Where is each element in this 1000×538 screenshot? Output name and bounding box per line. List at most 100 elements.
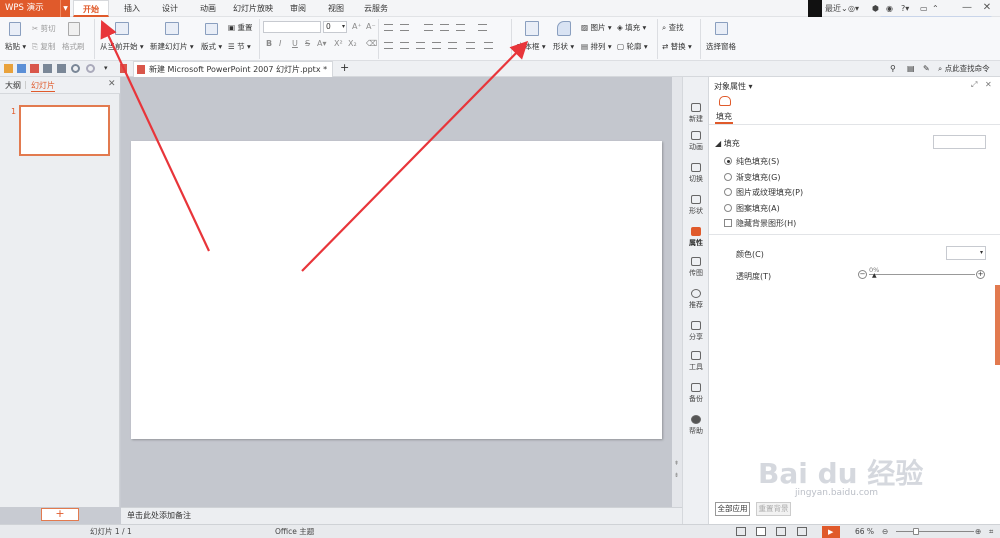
add-slide-button[interactable]: +	[41, 508, 79, 521]
slide-sorter-icon[interactable]	[776, 527, 786, 536]
text-box-icon[interactable]	[525, 21, 539, 36]
normal-view-icon[interactable]	[756, 527, 766, 536]
side-float-tab[interactable]	[995, 285, 1000, 365]
tools-icon[interactable]: ✎	[923, 64, 934, 73]
undock-icon[interactable]: ⤢	[971, 80, 977, 90]
bullet-list-icon[interactable]	[384, 24, 393, 31]
format-painter-button[interactable]: 格式刷	[62, 41, 85, 52]
print-icon[interactable]	[43, 64, 52, 73]
notes-view-icon[interactable]	[736, 527, 746, 536]
cut-button[interactable]: ✂ 剪切	[32, 23, 56, 34]
italic-icon[interactable]: I	[279, 39, 281, 48]
slide-canvas[interactable]	[131, 141, 662, 439]
picture-fill-radio[interactable]	[724, 188, 732, 196]
prev-slide-icon[interactable]: ⇞	[674, 460, 679, 467]
increase-indent-icon[interactable]	[440, 24, 449, 31]
new-slide-icon[interactable]	[165, 22, 179, 35]
tab-view[interactable]: 视图	[318, 0, 354, 17]
zoom-slider-knob[interactable]	[913, 528, 919, 535]
numbered-list-icon[interactable]	[400, 24, 409, 31]
strikethrough-icon[interactable]: S	[305, 39, 310, 48]
share-icon[interactable]: ⬢	[872, 2, 879, 15]
decrease-indent-icon[interactable]	[424, 24, 433, 31]
align-center-icon[interactable]	[400, 42, 409, 49]
transparency-increase-icon[interactable]: +	[976, 270, 985, 279]
shrink-font-icon[interactable]: A⁻	[366, 22, 376, 31]
font-size-combo[interactable]: 0 ▾	[323, 21, 347, 33]
nav-animation[interactable]: 动画	[683, 131, 709, 152]
paste-button[interactable]: 粘贴 ▾	[5, 41, 26, 52]
collapse-ribbon-icon[interactable]: ⌃	[932, 2, 939, 15]
document-tab[interactable]: 新建 Microsoft PowerPoint 2007 幻灯片.pptx *	[133, 61, 333, 77]
bold-icon[interactable]: B	[266, 39, 272, 48]
zoom-out-icon[interactable]: ⊖	[882, 526, 888, 538]
transparency-knob[interactable]: ▲	[872, 273, 877, 279]
panel-title[interactable]: 对象属性 ▾	[714, 81, 753, 92]
save-icon[interactable]	[17, 64, 26, 73]
shape-icon[interactable]	[557, 21, 571, 36]
nav-new[interactable]: 新建	[683, 103, 709, 124]
kit-icon[interactable]: ⚲	[890, 64, 901, 73]
tab-animation[interactable]: 动画	[190, 0, 226, 17]
align-left-icon[interactable]	[384, 42, 393, 49]
justify-icon[interactable]	[432, 42, 441, 49]
tab-fill[interactable]: 填充	[716, 111, 732, 122]
redo-icon[interactable]	[86, 64, 95, 73]
open-icon[interactable]	[4, 64, 13, 73]
find-button[interactable]: ⌕ 查找	[662, 22, 684, 33]
font-color-icon[interactable]: A▾	[317, 39, 327, 48]
nav-share[interactable]: 分享	[683, 321, 709, 342]
slide-thumbnail[interactable]	[19, 105, 110, 156]
recent-button[interactable]: 最近⌄	[825, 2, 848, 15]
color-picker[interactable]: ▾	[946, 246, 986, 260]
fill-button[interactable]: ◈ 填充 ▾	[617, 22, 646, 33]
nav-tools[interactable]: 工具	[683, 351, 709, 372]
zoom-slider[interactable]	[896, 531, 974, 532]
clear-format-icon[interactable]: ⌫	[366, 39, 377, 48]
gradient-fill-radio[interactable]	[724, 173, 732, 181]
play-slideshow-button[interactable]: ▶	[822, 526, 840, 538]
section-button[interactable]: ☰ 节 ▾	[228, 41, 251, 52]
zoom-in-icon[interactable]: ⊕	[975, 526, 981, 538]
new-slide-button[interactable]: 新建幻灯片 ▾	[150, 41, 194, 52]
next-slide-icon[interactable]: ⇟	[674, 472, 679, 479]
paste-icon[interactable]	[9, 22, 21, 36]
preview-icon[interactable]	[57, 64, 66, 73]
subscript-icon[interactable]: X₂	[348, 39, 357, 48]
transparency-slider[interactable]	[869, 274, 975, 275]
new-tab-icon[interactable]: +	[340, 62, 352, 74]
help-icon[interactable]: ?▾	[901, 2, 909, 15]
solid-fill-radio[interactable]	[724, 157, 732, 165]
distribute-icon[interactable]	[448, 42, 457, 49]
format-painter-icon[interactable]	[68, 22, 80, 36]
text-box-button[interactable]: 文本框 ▾	[517, 41, 546, 52]
fit-window-icon[interactable]: ⌗	[989, 526, 993, 538]
reading-view-icon[interactable]	[797, 527, 807, 536]
close-panel-icon[interactable]: ✕	[108, 79, 116, 89]
reset-button[interactable]: ▣ 重置	[228, 22, 252, 33]
nav-shape[interactable]: 形状	[683, 195, 709, 216]
apply-all-button[interactable]: 全部应用	[715, 502, 750, 516]
shape-button[interactable]: 形状 ▾	[553, 41, 574, 52]
flag-icon[interactable]	[120, 64, 127, 73]
font-name-combo[interactable]	[263, 21, 321, 33]
tab-cloud[interactable]: 云服务	[356, 0, 396, 17]
notes-area[interactable]: 单击此处添加备注	[121, 507, 682, 524]
nav-backup[interactable]: 备份	[683, 383, 709, 404]
outline-button[interactable]: ▢ 轮廓 ▾	[617, 41, 648, 52]
wps-app-button[interactable]: WPS 演示 ▼	[0, 0, 70, 17]
hide-background-checkbox[interactable]	[724, 219, 732, 227]
feedback-icon[interactable]: ▭	[920, 2, 928, 15]
minimize-button[interactable]: —	[956, 0, 978, 17]
app-menu-chevron-icon[interactable]: ▼	[60, 0, 70, 17]
select-pane-icon[interactable]	[715, 22, 728, 35]
find-command-search[interactable]: ⌕ 点此查找命令	[938, 63, 990, 75]
picture-button[interactable]: ▨ 图片 ▾	[581, 22, 612, 33]
select-pane-button[interactable]: 选择窗格	[706, 41, 736, 52]
undo-icon[interactable]	[71, 64, 80, 73]
doc-icon[interactable]: ▤	[907, 64, 918, 73]
skin-icon[interactable]: ◎▾	[848, 2, 859, 15]
nav-recommend[interactable]: 推荐	[683, 289, 709, 310]
nav-properties[interactable]: 属性	[683, 227, 709, 248]
nav-transition[interactable]: 切换	[683, 163, 709, 184]
